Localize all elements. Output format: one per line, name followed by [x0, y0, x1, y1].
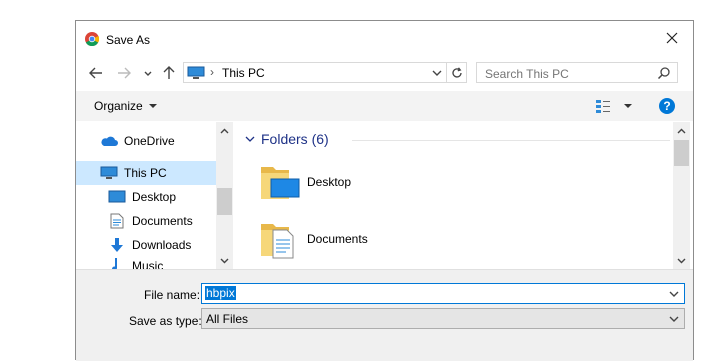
organize-button[interactable]: Organize — [94, 99, 158, 113]
toolbar: Organize ? — [76, 91, 693, 121]
sidebar-item-documents[interactable]: Documents — [76, 209, 216, 233]
help-button[interactable]: ? — [659, 98, 675, 114]
scroll-up-icon — [677, 128, 686, 134]
cloud-icon — [100, 133, 118, 149]
back-button[interactable] — [85, 63, 107, 83]
sidebar-item-label: Desktop — [132, 190, 177, 204]
file-list-pane: Folders (6) Desktop Documents — [234, 121, 693, 269]
refresh-button[interactable] — [446, 63, 467, 82]
computer-icon — [187, 66, 205, 83]
refresh-icon — [452, 66, 462, 78]
sidebar-item-desktop[interactable]: Desktop — [76, 185, 216, 209]
sidebar-item-label: OneDrive — [124, 134, 175, 148]
music-icon — [108, 257, 126, 269]
navigation-scrollbar[interactable] — [216, 122, 233, 269]
save-as-type-value: All Files — [206, 312, 249, 326]
folder-label: Documents — [307, 232, 368, 246]
recent-locations-button[interactable] — [140, 63, 156, 83]
forward-button[interactable] — [113, 63, 135, 83]
scrollbar-thumb[interactable] — [674, 140, 689, 166]
save-form: File name: hbpix Save as type: All Files — [76, 269, 693, 361]
search-box[interactable] — [476, 62, 678, 83]
sidebar-item-music[interactable]: Music — [76, 257, 216, 269]
sidebar-item-label: Downloads — [132, 238, 192, 252]
chevron-down-icon[interactable] — [667, 286, 681, 302]
file-name-input[interactable]: hbpix — [205, 286, 236, 300]
search-input[interactable] — [483, 65, 657, 82]
address-dropdown-button[interactable] — [430, 65, 444, 84]
navigation-pane: OneDrive This PC Desktop Documents Downl… — [76, 121, 234, 269]
file-name-label: File name: — [144, 288, 201, 302]
arrow-right-icon — [118, 67, 131, 79]
scroll-up-icon — [220, 128, 229, 134]
address-bar[interactable]: › This PC — [183, 62, 467, 83]
folder-item-desktop[interactable]: Desktop — [259, 159, 459, 205]
chevron-down-icon — [432, 70, 442, 76]
documents-icon — [108, 213, 126, 229]
download-icon — [108, 237, 126, 253]
caret-down-icon — [148, 104, 157, 108]
caret-down-icon — [624, 104, 632, 108]
group-divider — [352, 140, 670, 141]
arrow-up-icon — [163, 66, 175, 79]
help-icon: ? — [663, 99, 671, 113]
save-as-dialog: Save As › This PC Search This PC Organiz… — [75, 20, 694, 361]
file-name-field[interactable]: hbpix — [201, 283, 685, 304]
group-header-label: Folders (6) — [261, 131, 329, 147]
folders-group-header[interactable]: Folders (6) — [244, 131, 329, 147]
sidebar-item-label: Documents — [132, 214, 193, 228]
documents-folder-icon — [259, 216, 303, 263]
organize-label: Organize — [94, 99, 143, 113]
folder-item-documents[interactable]: Documents — [259, 216, 459, 262]
scroll-down-icon — [220, 258, 229, 264]
sidebar-item-downloads[interactable]: Downloads — [76, 233, 216, 257]
change-view-button[interactable] — [595, 98, 633, 114]
scrollbar-thumb[interactable] — [217, 188, 232, 215]
chrome-icon — [85, 32, 100, 47]
chevron-down-icon — [144, 71, 152, 76]
scroll-down-icon — [677, 258, 686, 264]
close-button[interactable] — [658, 24, 686, 52]
dialog-title: Save As — [106, 33, 151, 47]
chevron-down-icon — [245, 136, 255, 142]
sidebar-item-label: Music — [132, 259, 164, 269]
chevron-down-icon — [669, 316, 679, 322]
breadcrumb-separator: › — [210, 65, 214, 79]
up-button[interactable] — [158, 63, 180, 83]
sidebar-item-this-pc[interactable]: This PC — [76, 161, 216, 185]
desktop-folder-icon — [259, 159, 303, 206]
sidebar-item-label: This PC — [124, 166, 167, 180]
save-as-type-label: Save as type: — [129, 314, 202, 328]
breadcrumb-this-pc[interactable]: This PC — [222, 66, 265, 80]
computer-icon — [100, 165, 118, 181]
arrow-left-icon — [89, 67, 102, 79]
content-scrollbar[interactable] — [673, 122, 690, 269]
close-icon — [666, 32, 678, 44]
folder-label: Desktop — [307, 175, 352, 189]
sidebar-item-onedrive[interactable]: OneDrive — [76, 129, 216, 153]
title-bar: Save As — [76, 21, 693, 53]
desktop-icon — [108, 189, 126, 205]
save-as-type-select[interactable]: All Files — [201, 308, 685, 329]
view-options-icon — [596, 100, 610, 113]
search-icon — [657, 66, 671, 83]
